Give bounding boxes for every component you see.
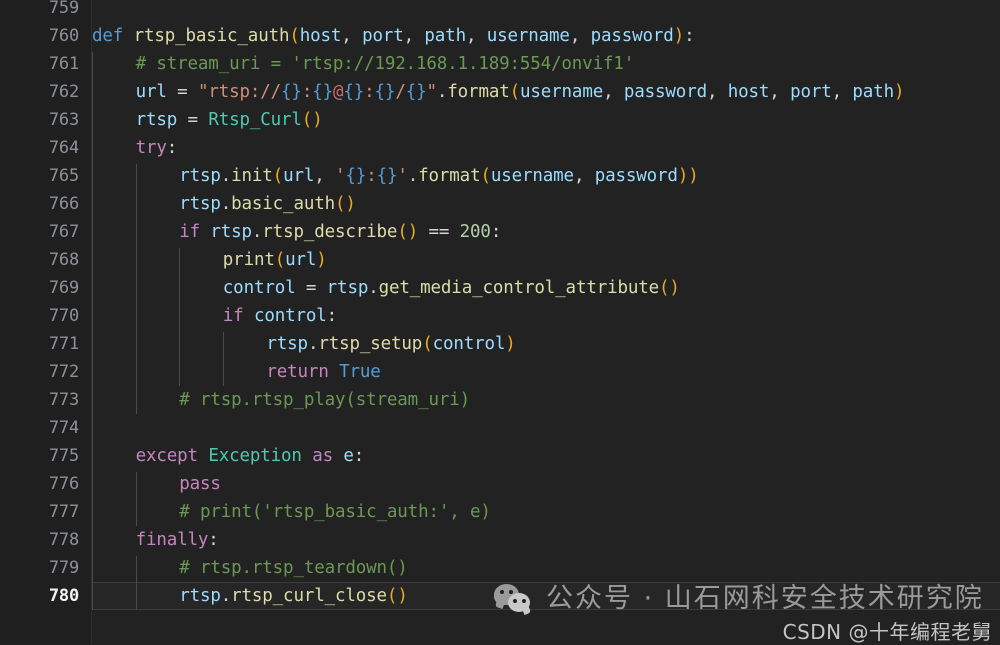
code-line[interactable]: except Exception as e: (136, 442, 365, 470)
code-line[interactable]: pass (179, 470, 221, 498)
line-number: 774 (48, 418, 79, 438)
line-number: 771 (48, 334, 79, 354)
line-number: 776 (48, 474, 79, 494)
line-number: 772 (48, 362, 79, 382)
line-number: 761 (48, 54, 79, 74)
line-number: 765 (48, 166, 79, 186)
indent-guide (179, 248, 181, 386)
line-number: 764 (48, 138, 79, 158)
code-line[interactable]: finally: (136, 526, 219, 554)
code-line[interactable]: rtsp.rtsp_setup(control) (266, 330, 515, 358)
code-line[interactable]: try: (136, 134, 178, 162)
line-number: 759 (48, 0, 79, 18)
line-number: 766 (48, 194, 79, 214)
line-number: 779 (48, 558, 79, 578)
line-number: 763 (48, 110, 79, 130)
code-line[interactable]: def rtsp_basic_auth(host, port, path, us… (92, 22, 695, 50)
code-editor[interactable]: 759 760 761 762 763 764 765 766 767 768 769 770 771 7… (0, 0, 1000, 644)
line-number: 767 (48, 222, 79, 242)
indent-guide (92, 52, 93, 610)
line-number: 770 (48, 306, 79, 326)
line-number-gutter: 759 760 761 762 763 764 765 766 767 768 769 770 771 7… (0, 0, 92, 644)
code-line[interactable]: print(url) (223, 246, 327, 274)
code-content[interactable]: def rtsp_basic_auth(host, port, path, us… (92, 0, 1000, 644)
code-line[interactable]: rtsp.rtsp_curl_close() (179, 582, 408, 610)
line-number: 775 (48, 446, 79, 466)
code-line[interactable]: control = rtsp.get_media_control_attribu… (223, 274, 680, 302)
code-line[interactable]: # print('rtsp_basic_auth:', e) (179, 498, 491, 526)
code-line[interactable]: # rtsp.rtsp_play(stream_uri) (179, 386, 470, 414)
code-line[interactable]: # rtsp.rtsp_teardown() (179, 554, 408, 582)
line-number: 762 (48, 82, 79, 102)
line-number: 773 (48, 390, 79, 410)
code-line[interactable]: return True (266, 358, 380, 386)
line-number: 768 (48, 250, 79, 270)
indent-guide (135, 556, 137, 610)
indent-guide (135, 164, 137, 414)
code-line[interactable]: rtsp.init(url, '{}:{}'.format(username, … (179, 162, 699, 190)
indent-guide (222, 332, 224, 386)
code-line[interactable]: rtsp.basic_auth() (179, 190, 356, 218)
line-number: 778 (48, 530, 79, 550)
code-line[interactable]: rtsp = Rtsp_Curl() (136, 106, 323, 134)
code-line[interactable]: if rtsp.rtsp_describe() == 200: (179, 218, 501, 246)
line-number: 777 (48, 502, 79, 522)
line-number: 769 (48, 278, 79, 298)
code-line[interactable]: url = "rtsp://{}:{}@{}:{}/{}".format(use… (136, 78, 905, 106)
code-line[interactable]: # stream_uri = 'rtsp://192.168.1.189:554… (136, 50, 635, 78)
indent-guide (135, 472, 137, 526)
code-line[interactable]: if control: (223, 302, 337, 330)
line-number: 780 (48, 586, 79, 606)
line-number: 760 (48, 26, 79, 46)
